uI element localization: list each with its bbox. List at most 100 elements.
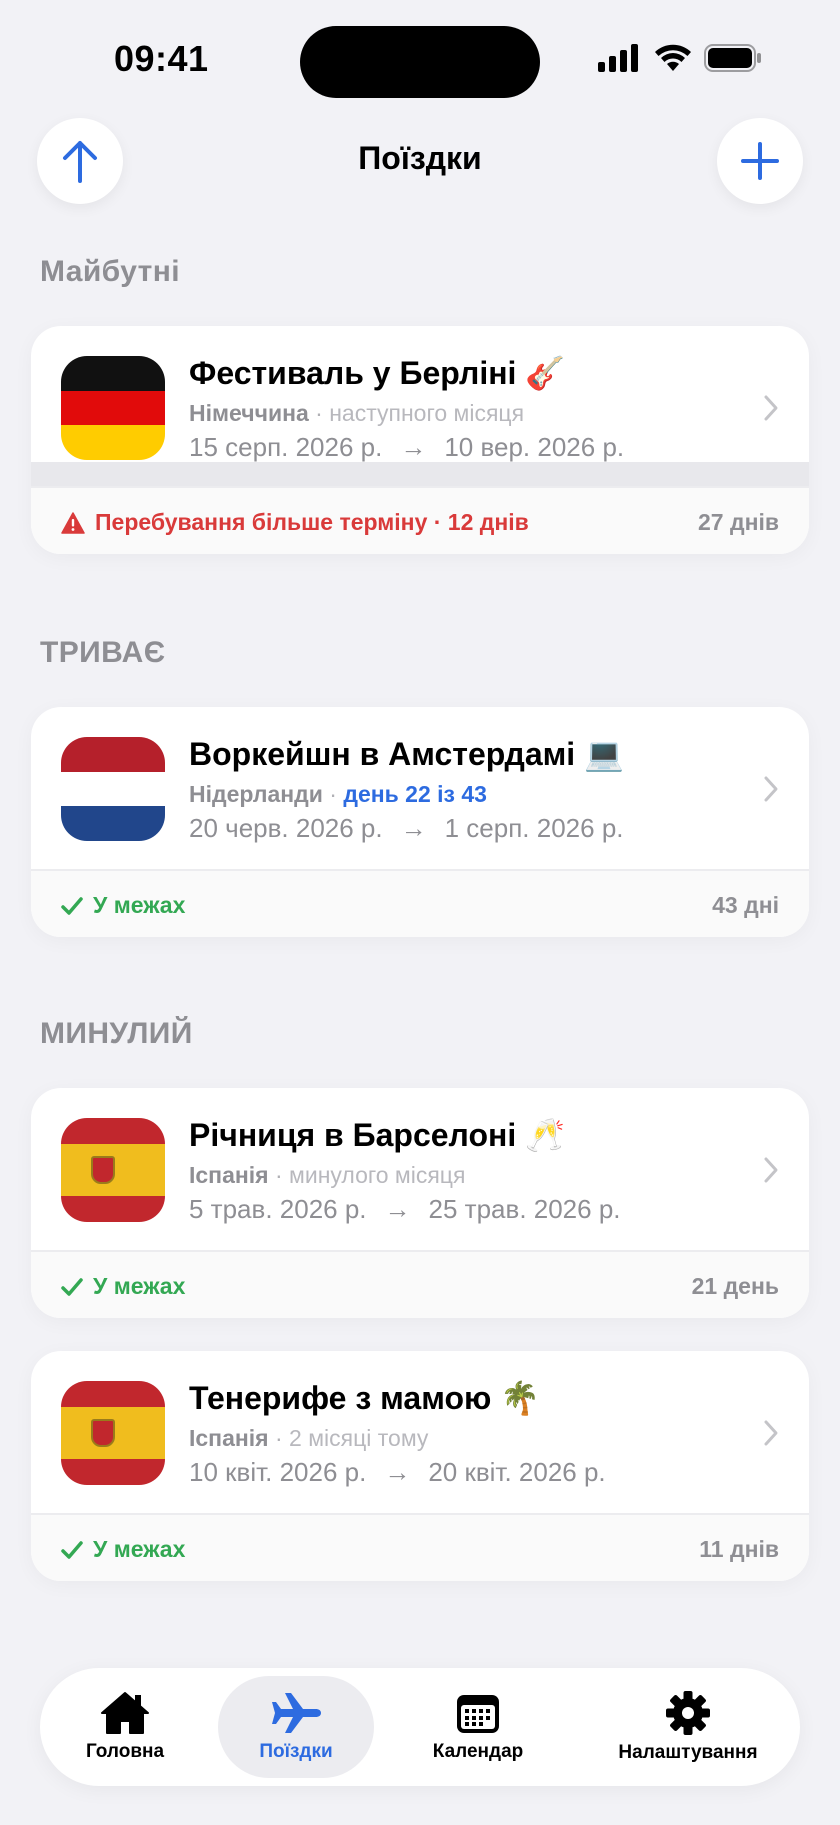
date-arrow: → (400, 432, 427, 462)
section-title-past: МИНУЛИЙ (40, 1017, 193, 1050)
tab-trips[interactable]: Поїздки (218, 1668, 374, 1786)
status-time: 09:41 (114, 38, 209, 79)
trip-status-label: У межах (93, 1273, 186, 1299)
trip-days: 21 день (691, 1273, 779, 1299)
trip-card[interactable]: Річниця в Барселоні 🥂 Іспанія · минулого… (31, 1088, 809, 1318)
trip-start-date: 10 квіт. 2026 р. (189, 1457, 367, 1487)
plus-icon (741, 142, 779, 180)
section-title-ongoing: ТРИВАЄ (40, 636, 166, 669)
trip-country: Нідерланди (189, 781, 323, 807)
trip-status: У межах (61, 892, 185, 919)
page-title: Поїздки (358, 140, 482, 176)
trip-subtitle: Німеччина · наступного місяця (189, 400, 524, 427)
trip-end-date: 1 серп. 2026 р. (444, 813, 624, 843)
trip-dates: 20 черв. 2026 р. → 1 серп. 2026 р. (189, 813, 624, 844)
trip-days: 11 днів (699, 1536, 779, 1562)
separator: · (274, 1162, 283, 1188)
separator: · (329, 781, 337, 807)
trip-card-main[interactable]: Фестиваль у Берліні 🎸 Німеччина · наступ… (31, 326, 809, 462)
spain-flag-icon (61, 1118, 165, 1222)
trip-progress: день 22 із 43 (343, 781, 487, 807)
tab-label: Календар (432, 1741, 524, 1762)
trip-card[interactable]: Фестиваль у Берліні 🎸 Німеччина · наступ… (31, 326, 809, 554)
trip-country: Іспанія (189, 1425, 269, 1451)
trip-relative-time: наступного місяця (329, 400, 525, 426)
chevron-right-icon (764, 395, 778, 421)
trip-subtitle: Нідерланди · день 22 із 43 (189, 781, 487, 808)
checkmark-icon (61, 1540, 83, 1559)
calendar-icon (457, 1695, 499, 1733)
trip-country: Іспанія (189, 1162, 269, 1188)
trip-status-label: У межах (93, 892, 186, 918)
add-trip-button[interactable] (717, 118, 803, 204)
trip-country: Німеччина (189, 400, 309, 426)
netherlands-flag-icon (61, 737, 165, 841)
chevron-right-icon (764, 1157, 778, 1183)
trip-dates: 10 квіт. 2026 р. → 20 квіт. 2026 р. (189, 1457, 606, 1488)
trip-card-footer: У межах 11 днів (31, 1513, 809, 1581)
trip-days: 43 дні (712, 892, 779, 918)
trip-start-date: 5 трав. 2026 р. (189, 1194, 367, 1224)
trip-card[interactable]: Воркейшн в Амстердамі 💻 Нідерланди · ден… (31, 707, 809, 937)
trip-status-label: Перебування більше терміну · 12 днів (95, 509, 529, 535)
date-arrow: → (400, 813, 427, 843)
spain-flag-icon (61, 1381, 165, 1485)
trip-title: Річниця в Барселоні 🥂 (189, 1117, 565, 1153)
trip-status: Перебування більше терміну · 12 днів (61, 509, 529, 536)
tab-calendar[interactable]: Календар (418, 1668, 538, 1786)
trip-subtitle: Іспанія · 2 місяці тому (189, 1425, 428, 1452)
battery-icon (704, 44, 761, 72)
date-arrow: → (384, 1457, 411, 1487)
tab-home[interactable]: Головна (70, 1668, 180, 1786)
trip-end-date: 25 трав. 2026 р. (428, 1194, 621, 1224)
signal-icon (598, 44, 638, 72)
trip-card-main[interactable]: Тенерифе з мамою 🌴 Іспанія · 2 місяці то… (31, 1351, 809, 1513)
trip-status-label: У межах (93, 1536, 186, 1562)
trip-subtitle: Іспанія · минулого місяця (189, 1162, 465, 1189)
wifi-icon (655, 44, 691, 71)
coat-of-arms-icon (91, 1156, 115, 1184)
coat-of-arms-icon (91, 1419, 115, 1447)
trip-relative-time: 2 місяці тому (289, 1425, 429, 1451)
status-icons (598, 44, 762, 72)
trip-status: У межах (61, 1536, 185, 1563)
tab-settings[interactable]: Налаштування (608, 1668, 768, 1786)
airplane-icon (272, 1693, 321, 1733)
chevron-right-icon (764, 1420, 778, 1446)
trip-relative-time: минулого місяця (289, 1162, 466, 1188)
trip-title: Тенерифе з мамою 🌴 (189, 1380, 541, 1416)
trip-days: 27 днів (698, 509, 779, 535)
trip-card-footer: У межах 21 день (31, 1250, 809, 1318)
trip-card-main[interactable]: Річниця в Барселоні 🥂 Іспанія · минулого… (31, 1088, 809, 1250)
trip-status: У межах (61, 1273, 185, 1300)
germany-flag-icon (61, 356, 165, 460)
trip-start-date: 15 серп. 2026 р. (189, 432, 383, 462)
status-bar: 09:41 (0, 0, 840, 120)
dynamic-island (300, 26, 540, 98)
warning-icon (61, 511, 85, 534)
tab-label: Головна (85, 1741, 165, 1762)
separator: · (274, 1425, 283, 1451)
trip-dates: 15 серп. 2026 р. → 10 вер. 2026 р. (189, 432, 624, 463)
chevron-right-icon (764, 776, 778, 802)
trip-start-date: 20 черв. 2026 р. (189, 813, 383, 843)
house-icon (101, 1692, 149, 1734)
separator: · (315, 400, 323, 426)
tab-bar: Головна Поїздки Календар Налаштування (40, 1668, 800, 1786)
trip-end-date: 10 вер. 2026 р. (444, 432, 625, 462)
trip-card-main[interactable]: Воркейшн в Амстердамі 💻 Нідерланди · ден… (31, 707, 809, 869)
checkmark-icon (61, 896, 83, 915)
trip-card[interactable]: Тенерифе з мамою 🌴 Іспанія · 2 місяці то… (31, 1351, 809, 1581)
checkmark-icon (61, 1277, 83, 1296)
section-title-upcoming: Майбутні (40, 255, 181, 288)
tab-label: Поїздки (259, 1741, 333, 1762)
trip-card-footer: Перебування більше терміну · 12 днів 27 … (31, 486, 809, 554)
card-divider (31, 462, 809, 486)
trip-dates: 5 трав. 2026 р. → 25 трав. 2026 р. (189, 1194, 621, 1225)
tab-label: Налаштування (618, 1742, 758, 1763)
trip-title: Фестиваль у Берліні 🎸 (189, 355, 566, 391)
trip-title: Воркейшн в Амстердамі 💻 (189, 736, 624, 772)
trip-card-footer: У межах 43 дні (31, 869, 809, 937)
date-arrow: → (384, 1194, 411, 1224)
trip-end-date: 20 квіт. 2026 р. (428, 1457, 606, 1487)
